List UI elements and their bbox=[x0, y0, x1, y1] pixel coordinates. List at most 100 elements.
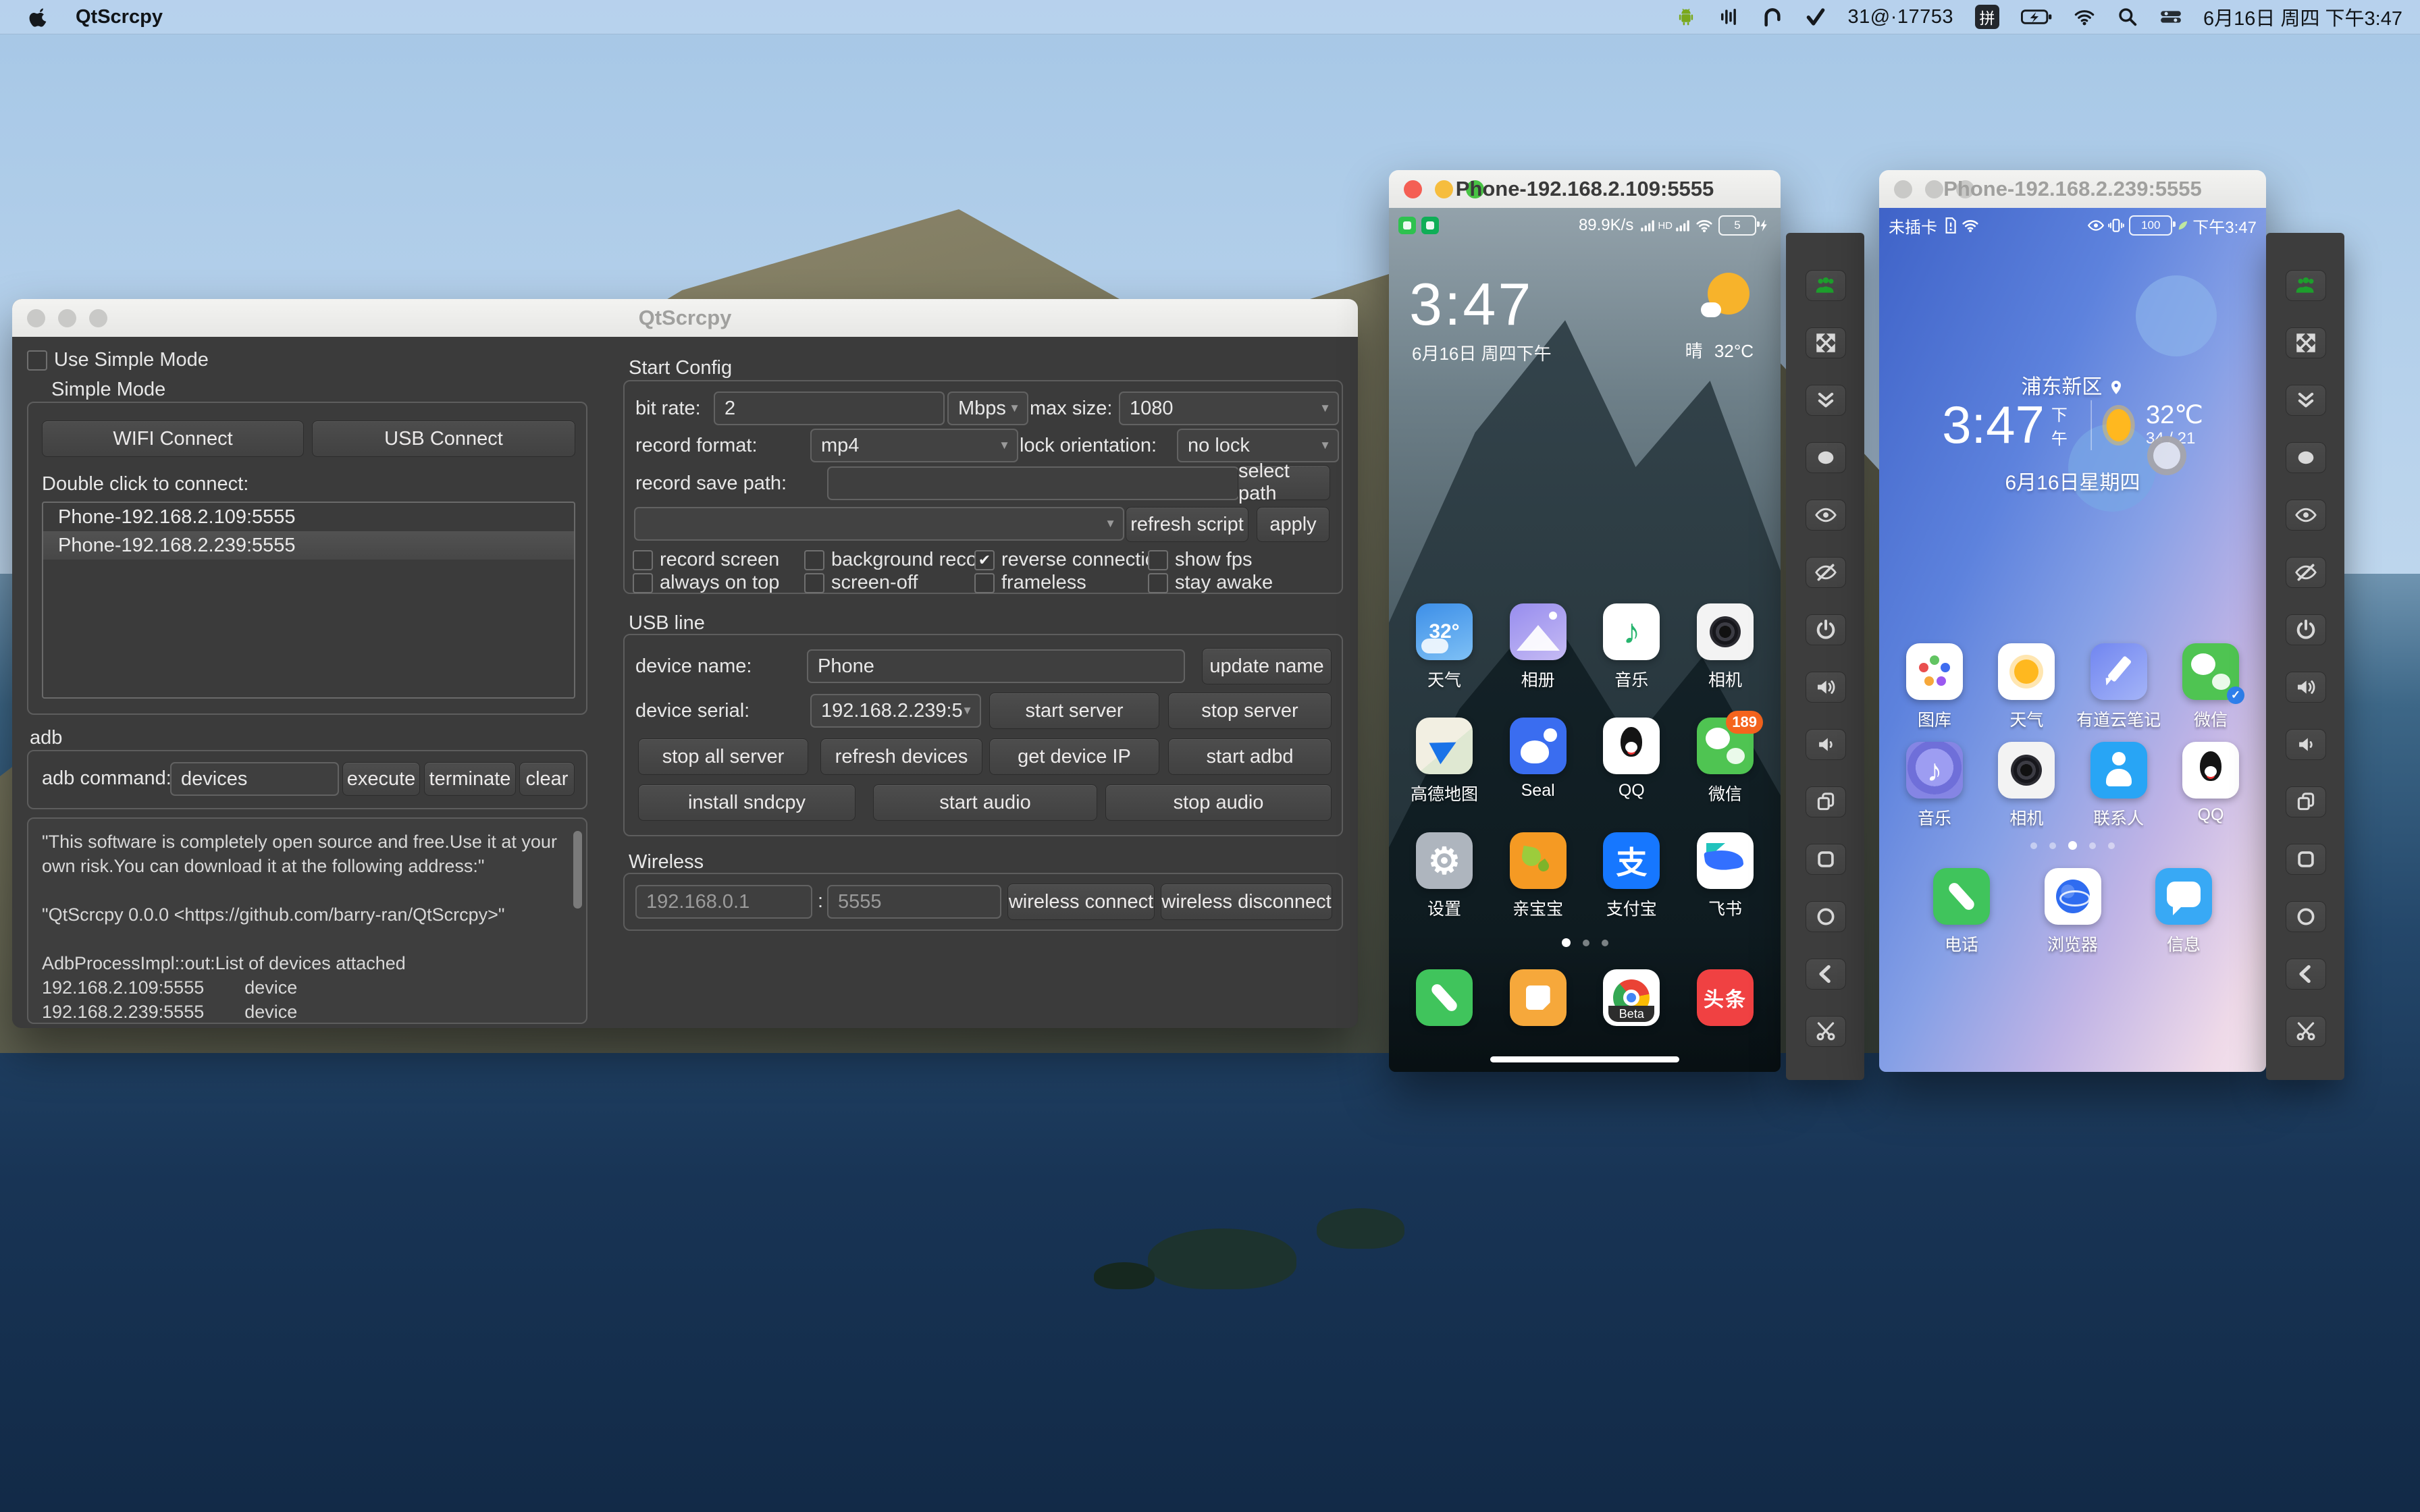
touch-button[interactable] bbox=[1806, 442, 1846, 473]
app-camera[interactable]: 相机 bbox=[1683, 603, 1767, 691]
app-camera[interactable]: 相机 bbox=[1984, 742, 2068, 830]
audio-wave-status-icon[interactable] bbox=[1718, 6, 1740, 28]
full-screen-button[interactable] bbox=[1806, 327, 1846, 358]
show-fps-checkbox[interactable] bbox=[1148, 549, 1168, 570]
app-alipay[interactable]: 支 支付宝 bbox=[1589, 832, 1673, 920]
assistive-ball[interactable] bbox=[2147, 436, 2186, 475]
app-music[interactable]: ♪ 音乐 bbox=[1893, 742, 1976, 830]
home-button[interactable] bbox=[1806, 901, 1846, 932]
dock-phone[interactable] bbox=[1402, 969, 1486, 1026]
phone1-titlebar[interactable]: Phone-192.168.2.109:5555 bbox=[1389, 170, 1781, 208]
record-save-path-input[interactable] bbox=[827, 466, 1239, 500]
start-adbd-button[interactable]: start adbd bbox=[1168, 738, 1332, 775]
home-indicator[interactable] bbox=[1490, 1056, 1679, 1062]
app-qq[interactable]: QQ bbox=[1589, 718, 1673, 805]
stop-all-server-button[interactable]: stop all server bbox=[638, 738, 808, 775]
dock-gallery[interactable] bbox=[1496, 969, 1580, 1026]
screen-on-button[interactable] bbox=[2286, 500, 2326, 531]
menu-button[interactable] bbox=[1806, 844, 1846, 875]
phone2-screen[interactable]: 未插卡 100 下午3:47 浦东新区 3:47 下午 32℃ 34 21 6月… bbox=[1879, 208, 2266, 1072]
select-path-button[interactable]: select path bbox=[1238, 460, 1330, 504]
dock-messages[interactable]: 信息 bbox=[2142, 868, 2226, 956]
stop-audio-button[interactable]: stop audio bbox=[1105, 784, 1332, 821]
menubar-app-name[interactable]: QtScrcpy bbox=[76, 6, 163, 28]
screenshot-button[interactable] bbox=[2286, 1016, 2326, 1047]
wireless-port-input[interactable]: 5555 bbox=[827, 885, 1001, 919]
full-screen-button[interactable] bbox=[2286, 327, 2326, 358]
app-qq[interactable]: QQ bbox=[2169, 742, 2253, 830]
home-button[interactable] bbox=[2286, 901, 2326, 932]
get-device-ip-button[interactable]: get device IP bbox=[989, 738, 1159, 775]
app-wechat[interactable]: 189 微信 bbox=[1683, 711, 1767, 805]
max-size-combo[interactable]: 1080 bbox=[1119, 392, 1339, 425]
volume-up-button[interactable] bbox=[1806, 672, 1846, 703]
back-button[interactable] bbox=[1806, 959, 1846, 990]
app-gallery[interactable]: 图库 bbox=[1893, 643, 1976, 731]
use-simple-mode-checkbox[interactable] bbox=[27, 350, 47, 371]
app-weather[interactable]: 天气 bbox=[1984, 643, 2068, 731]
apply-button[interactable]: apply bbox=[1257, 507, 1330, 542]
stop-server-button[interactable]: stop server bbox=[1168, 693, 1332, 729]
reverse-connection-checkbox[interactable] bbox=[974, 549, 995, 570]
wifi-icon[interactable] bbox=[2074, 6, 2095, 28]
bit-rate-unit-combo[interactable]: Mbps bbox=[947, 392, 1028, 425]
usb-connect-button[interactable]: USB Connect bbox=[312, 421, 575, 457]
record-screen-checkbox[interactable] bbox=[633, 549, 653, 570]
screenshot-button[interactable] bbox=[1806, 1016, 1846, 1047]
wireless-ip-input[interactable]: 192.168.0.1 bbox=[635, 885, 812, 919]
terminate-button[interactable]: terminate bbox=[424, 762, 516, 796]
always-on-top-checkbox[interactable] bbox=[633, 572, 653, 593]
app-contacts[interactable]: 联系人 bbox=[2077, 742, 2161, 830]
back-button[interactable] bbox=[2286, 959, 2326, 990]
phone2-titlebar[interactable]: Phone-192.168.2.239:5555 bbox=[1879, 170, 2266, 208]
group-control-button[interactable] bbox=[1806, 270, 1846, 301]
frameless-checkbox[interactable] bbox=[974, 572, 995, 593]
device-list-item[interactable]: Phone-192.168.2.109:5555 bbox=[43, 503, 574, 531]
dock-browser[interactable]: 浏览器 bbox=[2031, 868, 2115, 956]
volume-down-button[interactable] bbox=[2286, 729, 2326, 760]
lock-orientation-combo[interactable]: no lock bbox=[1177, 429, 1339, 462]
power-button[interactable] bbox=[2286, 614, 2326, 645]
app-music[interactable]: ♪ 音乐 bbox=[1589, 603, 1673, 691]
input-method-icon[interactable]: 拼 bbox=[1975, 5, 2000, 29]
app-seal[interactable]: Seal bbox=[1496, 718, 1580, 805]
record-format-combo[interactable]: mp4 bbox=[810, 429, 1018, 462]
touch-button[interactable] bbox=[2286, 442, 2326, 473]
menubar-counter-text[interactable]: 31@·17753 bbox=[1848, 6, 1954, 28]
screen-on-button[interactable] bbox=[1806, 500, 1846, 531]
bit-rate-input[interactable]: 2 bbox=[714, 392, 945, 425]
search-icon[interactable] bbox=[2117, 6, 2138, 28]
battery-icon[interactable] bbox=[2021, 6, 2052, 28]
expand-notification-button[interactable] bbox=[1806, 385, 1846, 416]
device-name-input[interactable]: Phone bbox=[807, 649, 1185, 683]
menubar-clock[interactable]: 6月16日 周四 下午3:47 bbox=[2203, 3, 2402, 31]
menu-button[interactable] bbox=[2286, 844, 2326, 875]
start-server-button[interactable]: start server bbox=[989, 693, 1159, 729]
device-list-item-selected[interactable]: Phone-192.168.2.239:5555 bbox=[43, 531, 574, 560]
app-gallery[interactable]: 相册 bbox=[1496, 603, 1580, 691]
wireless-connect-button[interactable]: wireless connect bbox=[1007, 884, 1155, 920]
app-amap[interactable]: ▶ 高德地图 bbox=[1402, 718, 1486, 805]
volume-down-button[interactable] bbox=[1806, 729, 1846, 760]
start-audio-button[interactable]: start audio bbox=[873, 784, 1097, 821]
refresh-script-button[interactable]: refresh script bbox=[1126, 507, 1248, 542]
app-feishu[interactable]: 飞书 bbox=[1683, 832, 1767, 920]
device-list[interactable]: Phone-192.168.2.109:5555 Phone-192.168.2… bbox=[42, 502, 575, 699]
hook-status-icon[interactable] bbox=[1762, 6, 1783, 28]
apple-menu-icon[interactable] bbox=[28, 6, 50, 28]
log-scrollbar[interactable] bbox=[573, 831, 582, 909]
screen-off-button[interactable] bbox=[2286, 557, 2326, 588]
app-wechat[interactable]: ✓ 微信 bbox=[2169, 643, 2253, 731]
power-button[interactable] bbox=[1806, 614, 1846, 645]
clear-button[interactable]: clear bbox=[519, 762, 575, 796]
app-switch-button[interactable] bbox=[2286, 786, 2326, 817]
wifi-connect-button[interactable]: WIFI Connect bbox=[42, 421, 304, 457]
screen-off-checkbox[interactable] bbox=[804, 572, 824, 593]
phone1-screen[interactable]: 89.9K/s HD 5 3:47 6月16日 周四下午 晴 32°C 32° … bbox=[1389, 208, 1781, 1072]
group-control-button[interactable] bbox=[2286, 270, 2326, 301]
control-center-icon[interactable] bbox=[2160, 6, 2182, 28]
volume-up-button[interactable] bbox=[2286, 672, 2326, 703]
app-youdao-note[interactable]: 有道云笔记 bbox=[2076, 643, 2161, 731]
refresh-devices-button[interactable]: refresh devices bbox=[820, 738, 982, 775]
device-serial-combo[interactable]: 192.168.2.239:5 bbox=[810, 694, 981, 728]
